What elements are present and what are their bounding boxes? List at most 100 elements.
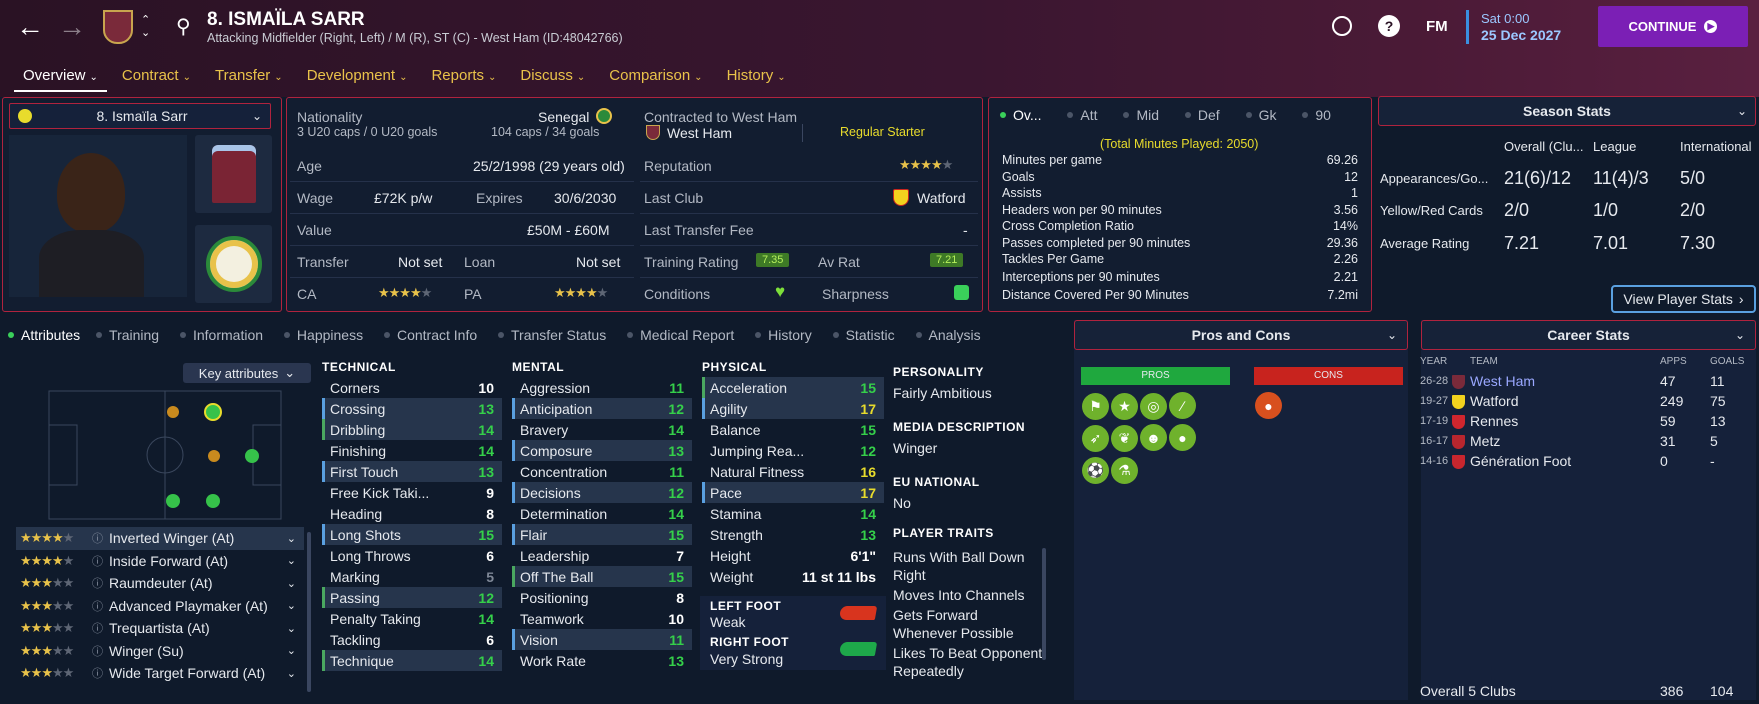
season-stats-header[interactable]: Season Stats ⌄ <box>1378 96 1756 126</box>
attribute-row[interactable]: Dribbling 14 <box>322 419 502 440</box>
menu-reports[interactable]: Reports ⌄ <box>422 64 505 92</box>
attribute-row[interactable]: Acceleration 15 <box>702 377 884 398</box>
attribute-row[interactable]: Anticipation 12 <box>512 398 692 419</box>
attribute-row[interactable]: Bravery 14 <box>512 419 692 440</box>
tab-attributes[interactable]: Attributes <box>8 327 80 343</box>
attribute-row[interactable]: Off The Ball 15 <box>512 566 692 587</box>
menu-overview[interactable]: Overview ⌄ <box>14 64 107 92</box>
attribute-row[interactable]: Penalty Taking 14 <box>322 608 502 629</box>
role-row[interactable]: ★★★★★ ⓘ Inverted Winger (At) ⌄ <box>16 527 304 550</box>
attribute-row[interactable]: Vision 11 <box>512 629 692 650</box>
attribute-row[interactable]: Marking 5 <box>322 566 502 587</box>
fm-logo[interactable]: FM <box>1426 18 1448 35</box>
attribute-row[interactable]: Natural Fitness 16 <box>702 461 884 482</box>
attribute-name: Penalty Taking <box>330 610 421 627</box>
attribute-row[interactable]: Agility 17 <box>702 398 884 419</box>
attribute-row[interactable]: Long Shots 15 <box>322 524 502 545</box>
career-row[interactable]: 26-28 West Ham 47 11 <box>1420 372 1756 392</box>
attribute-row[interactable]: Technique 14 <box>322 650 502 671</box>
attribute-row[interactable]: Jumping Rea... 12 <box>702 440 884 461</box>
role-row[interactable]: ★★★★★ ⓘ Inside Forward (At) ⌄ <box>16 550 304 573</box>
tab-medical-report[interactable]: Medical Report <box>627 327 734 343</box>
tab-mid[interactable]: Mid <box>1123 107 1159 123</box>
tab-def[interactable]: Def <box>1184 107 1220 123</box>
physical-heading: PHYSICAL <box>702 360 767 374</box>
traits-label: PLAYER TRAITS <box>893 526 994 540</box>
attribute-row[interactable]: First Touch 13 <box>322 461 502 482</box>
forward-arrow-icon[interactable]: → <box>58 13 86 41</box>
attribute-name: Finishing <box>330 442 387 459</box>
back-arrow-icon[interactable]: ← <box>16 13 44 41</box>
menu-history[interactable]: History ⌄ <box>718 64 795 92</box>
attribute-row[interactable]: Balance 15 <box>702 419 884 440</box>
attribute-row[interactable]: Crossing 13 <box>322 398 502 419</box>
pros-cons-header[interactable]: Pros and Cons ⌄ <box>1074 320 1408 350</box>
attribute-value: 13 <box>478 400 494 417</box>
attribute-row[interactable]: Aggression 11 <box>512 377 692 398</box>
tab-analysis[interactable]: Analysis <box>915 327 981 343</box>
lastclub-value[interactable]: Watford <box>917 190 966 206</box>
attribute-row[interactable]: Concentration 11 <box>512 461 692 482</box>
tab-overview[interactable]: Ov... <box>1000 107 1042 123</box>
attribute-name: Leadership <box>520 547 590 564</box>
attribute-row[interactable]: Weight 11 st 11 lbs <box>702 566 884 587</box>
role-row[interactable]: ★★★★★ ⓘ Advanced Playmaker (At) ⌄ <box>16 595 304 618</box>
menu-comparison[interactable]: Comparison ⌄ <box>600 64 711 92</box>
continue-button[interactable]: CONTINUE ▶ <box>1598 6 1748 47</box>
tab-att[interactable]: Att <box>1067 107 1098 123</box>
career-row[interactable]: 14-16 Génération Foot 0 - <box>1420 452 1756 472</box>
tab-training[interactable]: Training <box>96 327 159 343</box>
attribute-row[interactable]: Pace 17 <box>702 482 884 503</box>
role-row[interactable]: ★★★★★ ⓘ Raumdeuter (At) ⌄ <box>16 572 304 595</box>
key-attributes-select[interactable]: Key attributes ⌄ <box>183 363 311 383</box>
career-row[interactable]: 19-27 Watford 249 75 <box>1420 392 1756 412</box>
tab-history[interactable]: History <box>755 327 812 343</box>
career-row[interactable]: 17-19 Rennes 59 13 <box>1420 412 1756 432</box>
help-icon[interactable]: ? <box>1378 15 1400 37</box>
view-player-stats-button[interactable]: View Player Stats › <box>1611 285 1756 313</box>
attribute-row[interactable]: Leadership 7 <box>512 545 692 566</box>
menu-discuss[interactable]: Discuss ⌄ <box>511 64 594 92</box>
chevron-down-icon: ⌄ <box>1386 328 1397 342</box>
role-row[interactable]: ★★★★★ ⓘ Trequartista (At) ⌄ <box>16 617 304 640</box>
attribute-row[interactable]: Height 6'1" <box>702 545 884 566</box>
traits-scrollbar[interactable] <box>1042 548 1046 660</box>
menu-contract[interactable]: Contract ⌄ <box>113 64 200 92</box>
tab-information[interactable]: Information <box>179 327 263 343</box>
tab-gk[interactable]: Gk <box>1245 107 1276 123</box>
attribute-row[interactable]: Strength 13 <box>702 524 884 545</box>
menu-development[interactable]: Development ⌄ <box>298 64 417 92</box>
attribute-row[interactable]: Determination 14 <box>512 503 692 524</box>
globe-icon[interactable] <box>1332 16 1352 36</box>
attribute-row[interactable]: Passing 12 <box>322 587 502 608</box>
role-row[interactable]: ★★★★★ ⓘ Wide Target Forward (At) ⌄ <box>16 662 304 685</box>
tab-90[interactable]: 90 <box>1302 107 1331 123</box>
up-down-chevron-icon[interactable]: ⌃ ⌄ <box>141 14 150 40</box>
role-row[interactable]: ★★★★★ ⓘ Winger (Su) ⌄ <box>16 640 304 663</box>
attribute-row[interactable]: Work Rate 13 <box>512 650 692 671</box>
attribute-row[interactable]: Tackling 6 <box>322 629 502 650</box>
roles-scrollbar[interactable] <box>307 532 311 692</box>
attribute-row[interactable]: Long Throws 6 <box>322 545 502 566</box>
attribute-row[interactable]: Finishing 14 <box>322 440 502 461</box>
attribute-row[interactable]: Heading 8 <box>322 503 502 524</box>
attribute-row[interactable]: Positioning 8 <box>512 587 692 608</box>
avrat-badge: 7.21 <box>930 253 964 267</box>
tab-contract-info[interactable]: Contract Info <box>383 327 477 343</box>
attribute-row[interactable]: Flair 15 <box>512 524 692 545</box>
tab-transfer-status[interactable]: Transfer Status <box>498 327 606 343</box>
career-row[interactable]: 16-17 Metz 31 5 <box>1420 432 1756 452</box>
attribute-row[interactable]: Teamwork 10 <box>512 608 692 629</box>
attribute-row[interactable]: Decisions 12 <box>512 482 692 503</box>
attribute-row[interactable]: Composure 13 <box>512 440 692 461</box>
attribute-row[interactable]: Stamina 14 <box>702 503 884 524</box>
menu-transfer[interactable]: Transfer ⌄ <box>206 64 292 92</box>
club-name[interactable]: West Ham <box>667 125 732 141</box>
tab-statistic[interactable]: Statistic <box>832 327 895 343</box>
search-icon[interactable]: ⚲ <box>176 14 191 39</box>
attribute-row[interactable]: Corners 10 <box>322 377 502 398</box>
career-stats-header[interactable]: Career Stats ⌄ <box>1421 320 1756 350</box>
attribute-row[interactable]: Free Kick Taki... 9 <box>322 482 502 503</box>
tab-happiness[interactable]: Happiness <box>283 327 363 343</box>
player-select[interactable]: 8. Ismaïla Sarr ⌄ <box>9 103 271 129</box>
